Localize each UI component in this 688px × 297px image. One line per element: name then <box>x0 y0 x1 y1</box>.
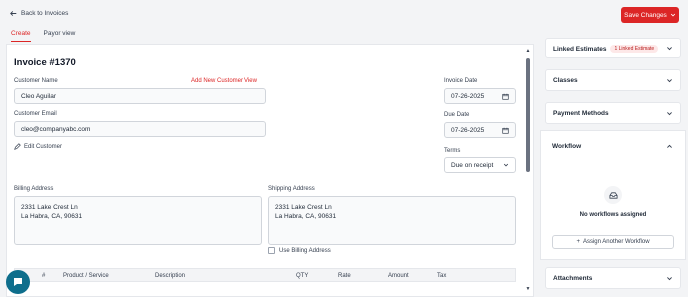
shipping-line-2: La Habra, CA, 90631 <box>275 213 337 220</box>
customer-name-label: Customer Name <box>14 78 58 84</box>
customer-email-field[interactable]: cleo@companyabc.com <box>14 121 266 137</box>
column-header-number: # <box>42 273 46 279</box>
customer-email-label: Customer Email <box>14 111 57 117</box>
chevron-up-icon[interactable] <box>666 143 673 150</box>
attachments-panel[interactable]: Attachments <box>545 267 681 289</box>
linked-estimates-label: Linked Estimates <box>553 46 607 53</box>
view-tabs: Create Payor view <box>11 30 75 42</box>
linked-estimates-panel[interactable]: Linked Estimates 1 Linked Estimate <box>545 38 681 58</box>
calendar-icon <box>502 93 509 100</box>
chat-button[interactable] <box>6 270 30 294</box>
chevron-down-icon <box>670 13 675 17</box>
invoice-title: Invoice #1370 <box>14 57 76 68</box>
pencil-icon <box>14 143 21 150</box>
back-label: Back to Invoices <box>21 10 69 17</box>
invoice-date-label: Invoice Date <box>444 78 478 84</box>
scroll-down-icon[interactable]: ▼ <box>525 286 531 292</box>
calendar-icon <box>502 127 509 134</box>
edit-customer-link[interactable]: Edit Customer <box>14 143 62 150</box>
use-billing-label: Use Billing Address <box>279 247 331 254</box>
customer-name-value: Cleo Aguilar <box>21 92 57 100</box>
chevron-down-icon[interactable] <box>666 110 673 117</box>
classes-title: Classes <box>553 77 578 84</box>
customer-name-field[interactable]: Cleo Aguilar <box>14 88 266 104</box>
due-date-label: Due Date <box>444 112 470 118</box>
shipping-address-label: Shipping Address <box>268 186 315 192</box>
column-header-description: Description <box>155 273 186 279</box>
billing-line-2: La Habra, CA, 90631 <box>21 213 83 220</box>
invoice-date-field[interactable]: 07-26-2025 <box>444 88 516 104</box>
billing-line-1: 2331 Lake Crest Ln <box>21 204 78 211</box>
column-header-tax: Tax <box>437 273 447 279</box>
column-header-qty: QTY <box>296 273 309 279</box>
assign-workflow-label: Assign Another Workflow <box>582 239 650 245</box>
terms-value: Due on receipt <box>451 161 494 169</box>
add-new-customer-link[interactable]: Add New Customer <box>191 78 243 84</box>
payment-methods-title: Payment Methods <box>553 110 609 117</box>
chevron-down-icon[interactable] <box>666 77 673 84</box>
no-workflows-message: No workflows assigned <box>579 212 647 218</box>
linked-estimates-badge: 1 Linked Estimate <box>610 45 659 53</box>
due-date-field[interactable]: 07-26-2025 <box>444 122 516 138</box>
column-header-rate: Rate <box>338 273 351 279</box>
arrow-left-icon <box>10 11 17 16</box>
use-billing-address-option[interactable]: Use Billing Address <box>268 247 331 254</box>
billing-address-label: Billing Address <box>14 186 54 192</box>
form-scrollbar[interactable]: ▲ ▼ <box>525 48 531 292</box>
assign-workflow-button[interactable]: + Assign Another Workflow <box>552 235 674 249</box>
back-link[interactable]: Back to Invoices <box>10 10 68 17</box>
tab-create[interactable]: Create <box>11 30 31 42</box>
inbox-icon <box>604 186 622 204</box>
terms-select[interactable]: Due on receipt <box>444 157 516 173</box>
save-label: Save Changes <box>624 11 667 19</box>
attachments-title: Attachments <box>553 275 593 282</box>
chevron-down-icon <box>503 163 509 167</box>
column-header-amount: Amount <box>388 273 409 279</box>
customer-email-value: cleo@companyabc.com <box>21 125 91 133</box>
shipping-address-field[interactable]: 2331 Lake Crest Ln La Habra, CA, 90631 <box>268 196 516 245</box>
scroll-thumb[interactable] <box>526 58 530 172</box>
classes-panel[interactable]: Classes <box>545 69 681 91</box>
line-items-table-header: # Product / Service Description QTY Rate… <box>14 268 516 282</box>
chevron-down-icon[interactable] <box>666 45 673 52</box>
payment-methods-panel[interactable]: Payment Methods <box>545 102 681 124</box>
workflow-title: Workflow <box>552 143 582 150</box>
use-billing-checkbox[interactable] <box>268 247 275 254</box>
edit-customer-label: Edit Customer <box>24 143 63 150</box>
chevron-down-icon[interactable] <box>666 275 673 282</box>
save-changes-button[interactable]: Save Changes <box>621 7 679 23</box>
view-customer-link[interactable]: View <box>244 78 257 84</box>
billing-address-field[interactable]: 2331 Lake Crest Ln La Habra, CA, 90631 <box>14 196 262 245</box>
column-header-product: Product / Service <box>63 273 109 279</box>
linked-estimates-title: Linked Estimates 1 Linked Estimate <box>553 45 659 53</box>
due-date-value: 07-26-2025 <box>451 126 485 134</box>
terms-label: Terms <box>444 148 461 154</box>
tab-payor-view[interactable]: Payor view <box>44 30 76 42</box>
scroll-up-icon[interactable]: ▲ <box>525 48 531 54</box>
invoice-date-value: 07-26-2025 <box>451 92 485 100</box>
chat-bubble-icon <box>14 278 22 286</box>
plus-icon: + <box>576 239 580 245</box>
shipping-line-1: 2331 Lake Crest Ln <box>275 204 332 211</box>
